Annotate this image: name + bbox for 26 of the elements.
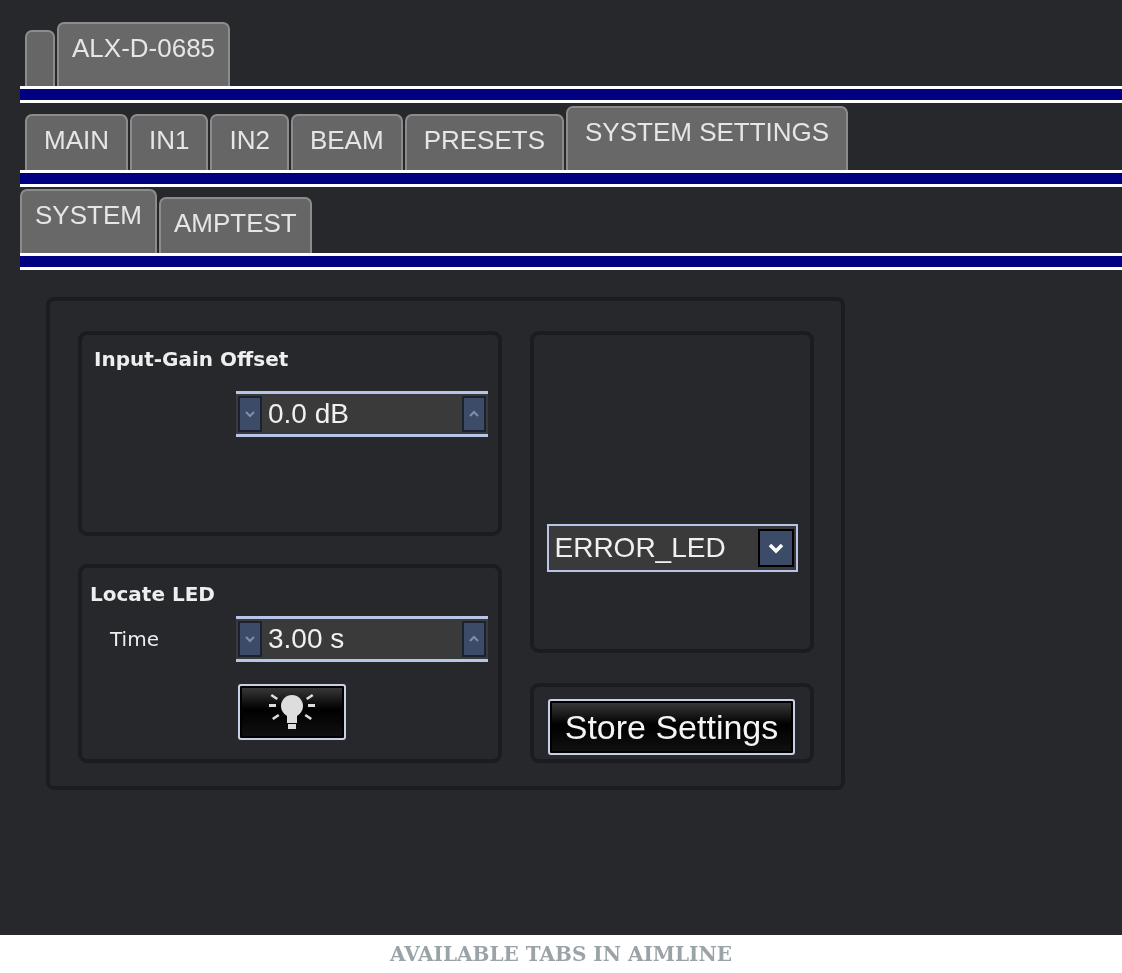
tab[interactable]: MAIN — [25, 114, 128, 170]
tab[interactable]: SYSTEM SETTINGS — [566, 106, 849, 170]
group-title: Locate LED — [90, 582, 216, 606]
group-title: Input-Gain Offset — [94, 347, 290, 371]
tab[interactable]: ALX-D-0685 — [57, 22, 231, 86]
tab[interactable]: PRESETS — [404, 114, 564, 170]
spin-box[interactable]: 0.0 dB — [236, 391, 488, 437]
dropdown-value: ERROR_LED — [553, 531, 727, 564]
increment-icon[interactable] — [462, 396, 486, 432]
locate-led-button[interactable] — [238, 684, 346, 740]
time-label: Time — [109, 627, 160, 651]
tab[interactable]: AMPTEST — [158, 197, 312, 253]
spin-value: 3.00 s — [267, 623, 346, 655]
store-settings-button[interactable]: Store Settings — [548, 699, 795, 755]
decrement-icon[interactable] — [238, 396, 262, 432]
tab[interactable]: IN2 — [210, 114, 289, 170]
figure-caption: AVAILABLE TABS IN AIMLINE — [390, 942, 732, 966]
tab[interactable]: BEAM — [290, 114, 403, 170]
chevron-down-icon[interactable] — [757, 528, 794, 567]
tab[interactable]: SYSTEM — [20, 189, 157, 253]
spin-value: 0.0 dB — [267, 398, 350, 430]
increment-icon[interactable] — [462, 621, 486, 657]
tab[interactable]: IN1 — [130, 114, 209, 170]
decrement-icon[interactable] — [238, 621, 262, 657]
led-dropdown[interactable]: ERROR_LED — [546, 523, 798, 572]
spin-box[interactable]: 3.00 s — [236, 616, 488, 662]
